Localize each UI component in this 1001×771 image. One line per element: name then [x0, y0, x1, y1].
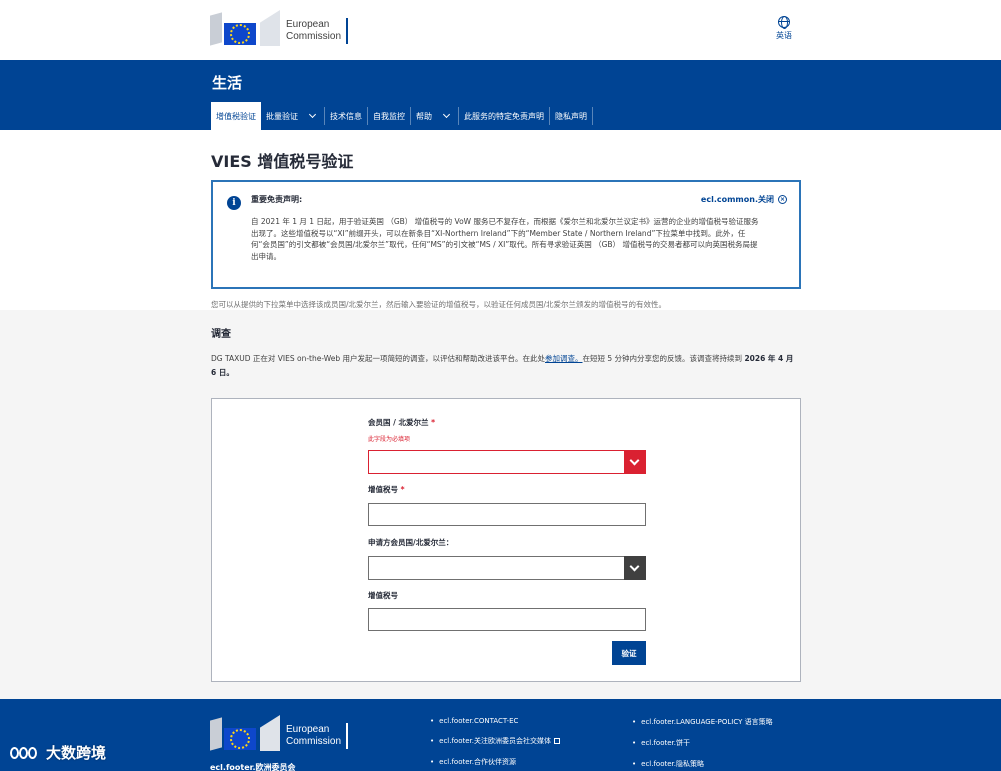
footer-link-partners[interactable]: ecl.footer.合作伙伴资源 — [430, 757, 560, 767]
logo-line-2: Commission — [286, 736, 342, 747]
requester-member-state-select[interactable] — [368, 556, 646, 580]
nav-bulk-validation[interactable]: 批量验证 — [261, 107, 325, 125]
nav-technical-info[interactable]: 技术信息 — [325, 107, 368, 125]
logo-bar — [346, 18, 348, 44]
site-footer: European Commission ecl.footer.欧洲委员会 ecl… — [0, 699, 1001, 771]
vat-number-input[interactable] — [368, 503, 646, 526]
external-link-icon — [554, 738, 561, 744]
language-label: 英语 — [776, 31, 792, 40]
site-header: European Commission 英语 — [0, 0, 1001, 60]
verify-button[interactable]: 验证 — [612, 641, 646, 665]
logo-fold-right — [260, 10, 280, 46]
notice-close-label: ecl.common.关闭 — [700, 195, 774, 204]
main-content: VIES 增值税号验证 i 重要免责声明: ecl.common.关闭 × 自 … — [0, 130, 1001, 699]
required-mark: * — [431, 418, 436, 427]
site-title[interactable]: 生活 — [212, 72, 242, 93]
notice-body: 自 2021 年 1 月 1 日起，用于验证英国 （GB） 增值税号的 VoW … — [251, 217, 759, 261]
logo-fold-left — [210, 717, 222, 751]
european-commission-logo[interactable]: European Commission — [210, 10, 350, 46]
site-band: 生活 增值税验证 批量验证 技术信息 自我监控 帮助 此服务的特定免责声明 隐私… — [0, 60, 1001, 130]
main-navigation: 增值税验证 批量验证 技术信息 自我监控 帮助 此服务的特定免责声明 隐私声明 — [211, 102, 593, 130]
logo-text: European Commission — [286, 724, 341, 748]
requester-vat-input[interactable] — [368, 608, 646, 631]
survey-text: DG TAXUD 正在对 VIES on-the-Web 用户发起一项简短的调查… — [211, 352, 801, 380]
chevron-down-icon — [442, 110, 451, 119]
watermark-text: 大数跨境 — [46, 744, 107, 762]
watermark: 大数跨境 — [10, 742, 106, 763]
language-selector[interactable]: 英语 — [772, 16, 796, 41]
nav-label: 此服务的特定免责声明 — [464, 111, 544, 121]
vat-validation-form: 会员国 / 北爱尔兰 * 此字段为必填项 增值税号 * 申请方会员国/北爱尔兰：… — [211, 398, 801, 682]
footer-link-cookies[interactable]: ecl.footer.饼干 — [632, 738, 773, 748]
close-icon: × — [778, 195, 787, 204]
globe-icon — [778, 16, 790, 29]
requester-member-state-label: 申请方会员国/北爱尔兰： — [368, 538, 454, 547]
nav-label: 帮助 — [416, 111, 432, 121]
logo-text: European Commission — [286, 19, 341, 43]
nav-label: 技术信息 — [330, 111, 362, 121]
footer-ec-label: ecl.footer.欧洲委员会 — [210, 763, 296, 771]
member-state-error: 此字段为必填项 — [368, 436, 411, 443]
nav-self-monitoring[interactable]: 自我监控 — [368, 107, 411, 125]
footer-link-contact[interactable]: ecl.footer.CONTACT-EC — [430, 717, 560, 725]
survey-link[interactable]: 参加调查。 — [545, 354, 583, 363]
survey-title: 调查 — [211, 329, 231, 340]
intro-text: 您可以从提供的下拉菜单中选择该成员国/北爱尔兰，然后输入要验证的增值税号，以验证… — [211, 300, 667, 309]
vat-number-label-text: 增值税号 — [368, 485, 398, 494]
logo-fold-left — [210, 12, 222, 46]
footer-link-language-policy[interactable]: ecl.footer.LANGUAGE-POLICY 语言策略 — [632, 717, 773, 727]
member-state-select[interactable] — [368, 450, 646, 474]
logo-line-1: European — [286, 724, 330, 735]
nav-label: 隐私声明 — [555, 111, 587, 121]
survey-text-before: DG TAXUD 正在对 VIES on-the-Web 用户发起一项简短的调查… — [211, 354, 545, 363]
member-state-label-text: 会员国 / 北爱尔兰 — [368, 418, 429, 427]
info-icon: i — [227, 196, 241, 210]
logo-bar — [346, 723, 348, 749]
footer-link-label: ecl.footer.关注欧洲委员会社交媒体 — [439, 737, 552, 745]
nav-help[interactable]: 帮助 — [411, 107, 459, 125]
nav-vat-validation[interactable]: 增值税验证 — [211, 102, 261, 130]
eu-flag-icon — [224, 728, 256, 750]
required-mark: * — [400, 485, 405, 494]
nav-label: 增值税验证 — [216, 111, 256, 121]
chevron-down-icon[interactable] — [624, 450, 646, 474]
watermark-logo-icon — [10, 745, 40, 761]
footer-links-column-2: ecl.footer.LANGUAGE-POLICY 语言策略 ecl.foot… — [632, 717, 773, 771]
footer-commission-logo[interactable]: European Commission — [210, 715, 350, 751]
nav-label: 批量验证 — [266, 111, 298, 121]
survey-text-after: 在短短 5 分钟内分享您的反馈。该调查将持续到 — [582, 354, 745, 363]
eu-flag-icon — [224, 23, 256, 45]
vat-number-label: 增值税号 * — [368, 484, 405, 495]
notice-title: 重要免责声明: — [251, 195, 303, 204]
footer-links-column-1: ecl.footer.CONTACT-EC ecl.footer.关注欧洲委员会… — [430, 717, 561, 771]
disclaimer-notice: i 重要免责声明: ecl.common.关闭 × 自 2021 年 1 月 1… — [211, 180, 801, 289]
logo-fold-right — [260, 715, 280, 751]
footer-link-social[interactable]: ecl.footer.关注欧洲委员会社交媒体 — [430, 736, 561, 746]
logo-line-2: Commission — [286, 31, 342, 42]
footer-link-privacy[interactable]: ecl.footer.隐私策略 — [632, 759, 773, 769]
nav-privacy[interactable]: 隐私声明 — [550, 107, 593, 125]
chevron-down-icon[interactable] — [624, 556, 646, 580]
notice-close-button[interactable]: ecl.common.关闭 × — [701, 194, 787, 205]
chevron-down-icon — [308, 110, 317, 119]
page-title: VIES 增值税号验证 — [211, 152, 354, 171]
logo-line-1: European — [286, 19, 330, 30]
nav-label: 自我监控 — [373, 111, 405, 121]
requester-vat-label: 增值税号 — [368, 591, 398, 600]
nav-disclaimer[interactable]: 此服务的特定免责声明 — [459, 107, 550, 125]
member-state-label: 会员国 / 北爱尔兰 * — [368, 417, 435, 428]
